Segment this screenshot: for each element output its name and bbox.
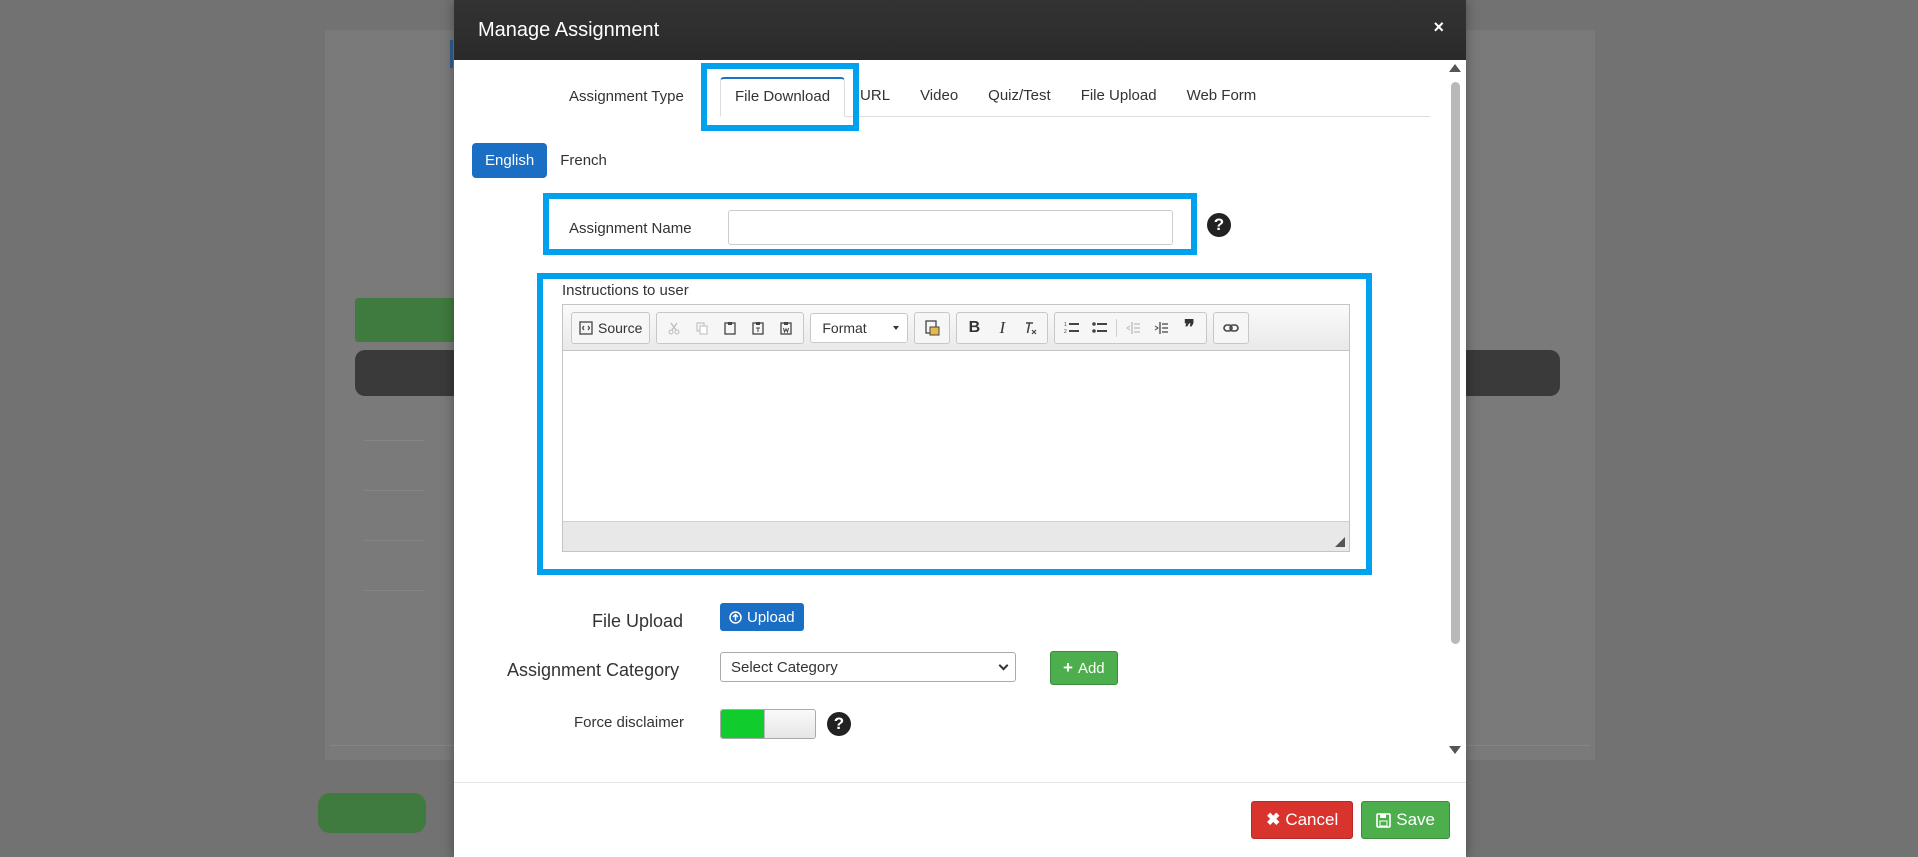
toolbar-group-lists: 12 ❞ [1054,311,1208,344]
image-icon[interactable] [918,315,946,341]
modal-title: Manage Assignment [478,18,660,41]
bold-icon[interactable]: B [960,315,988,341]
background-line [365,590,425,591]
outdent-icon[interactable] [1119,315,1147,341]
bulleted-list-icon[interactable] [1086,315,1114,341]
svg-text:2: 2 [1064,329,1067,335]
tab-quiz-test[interactable]: Quiz/Test [973,77,1066,117]
modal-header: Manage Assignment × [454,0,1466,60]
editor-status-bar [563,521,1349,551]
assignment-category-value: Select Category [731,658,838,676]
upload-button-label: Upload [747,608,795,626]
cancel-label: Cancel [1285,810,1339,829]
cancel-button[interactable]: ✖ Cancel [1251,801,1354,839]
background-line [365,490,425,491]
toolbar-group-clipboard [656,311,805,344]
background-green-bar [355,298,465,342]
tab-file-upload[interactable]: File Upload [1066,77,1172,117]
force-disclaimer-help-icon[interactable]: ? [827,712,851,736]
editor-toolbar: Source Format B I 1 2 ❞ [563,305,1349,351]
blockquote-icon[interactable]: ❞ [1175,315,1203,341]
manage-assignment-modal: Manage Assignment × Assignment Type File… [454,0,1466,857]
add-category-label: Add [1077,659,1105,677]
toolbar-separator [1116,318,1118,337]
modal-scrollbar[interactable] [1448,64,1462,754]
assignment-category-label: Assignment Category [507,660,680,680]
plus-icon: + [1063,658,1073,677]
chevron-down-icon [998,660,1009,670]
paste-icon[interactable] [716,315,744,341]
cancel-icon: ✖ [1266,810,1281,829]
background-line [365,540,425,541]
close-icon[interactable]: × [1433,17,1444,38]
save-button[interactable]: Save [1361,801,1450,839]
scroll-up-icon[interactable] [1449,64,1461,72]
assignment-name-help-icon[interactable]: ? [1207,213,1231,237]
background-accent [450,40,453,68]
language-switch: English French [472,143,620,178]
source-icon [579,320,593,335]
source-button[interactable]: Source [575,315,646,341]
editor-content-area[interactable] [563,351,1349,521]
scroll-thumb[interactable] [1451,82,1460,644]
background-line [365,440,425,441]
tab-web-form[interactable]: Web Form [1172,77,1272,117]
assignment-name-input[interactable] [728,210,1173,245]
upload-icon [729,610,742,624]
modal-footer: ✖ Cancel Save [454,782,1466,857]
save-icon [1376,812,1392,828]
instructions-editor: Source Format B I 1 2 ❞ [562,304,1350,552]
cut-icon[interactable] [660,315,688,341]
force-disclaimer-label: Force disclaimer [574,714,685,731]
toggle-on-indicator [721,710,764,738]
resize-grip-icon[interactable] [1335,537,1345,547]
format-dropdown[interactable]: Format [810,312,909,343]
paste-word-icon[interactable] [772,315,800,341]
tab-file-download[interactable]: File Download [720,77,846,117]
assignment-category-select[interactable]: Select Category [720,652,1016,682]
toolbar-group-source: Source [571,311,651,344]
assignment-name-label: Assignment Name [569,220,692,237]
chevron-down-icon [893,325,900,330]
language-french[interactable]: French [547,143,620,178]
italic-icon[interactable]: I [988,315,1016,341]
file-upload-label: File Upload [592,611,684,631]
toolbar-group-image [914,311,951,344]
instructions-label: Instructions to user [562,282,689,299]
modal-body: Assignment Type File Download URL Video … [454,60,1466,782]
scroll-down-icon[interactable] [1449,746,1461,754]
copy-icon[interactable] [688,315,716,341]
format-label: Format [822,319,867,336]
background-green-button [318,793,426,833]
numbered-list-icon[interactable]: 12 [1058,315,1086,341]
assignment-type-label: Assignment Type [569,88,684,105]
toolbar-group-styles: B I [956,311,1049,344]
toolbar-group-link [1213,311,1250,344]
tab-url[interactable]: URL [845,77,905,117]
remove-format-icon[interactable] [1016,315,1044,341]
toggle-knob [764,710,815,738]
paste-text-icon[interactable] [744,315,772,341]
link-icon[interactable] [1217,315,1245,341]
add-category-button[interactable]: + Add [1050,651,1118,685]
assignment-type-tabs: File Download URL Video Quiz/Test File U… [720,77,1430,117]
save-label: Save [1396,810,1435,829]
force-disclaimer-toggle[interactable] [720,709,816,739]
indent-icon[interactable] [1147,315,1175,341]
language-english[interactable]: English [472,143,548,178]
upload-button[interactable]: Upload [720,603,804,631]
source-label: Source [598,319,643,336]
svg-text:1: 1 [1064,322,1067,328]
tab-video[interactable]: Video [905,77,973,117]
